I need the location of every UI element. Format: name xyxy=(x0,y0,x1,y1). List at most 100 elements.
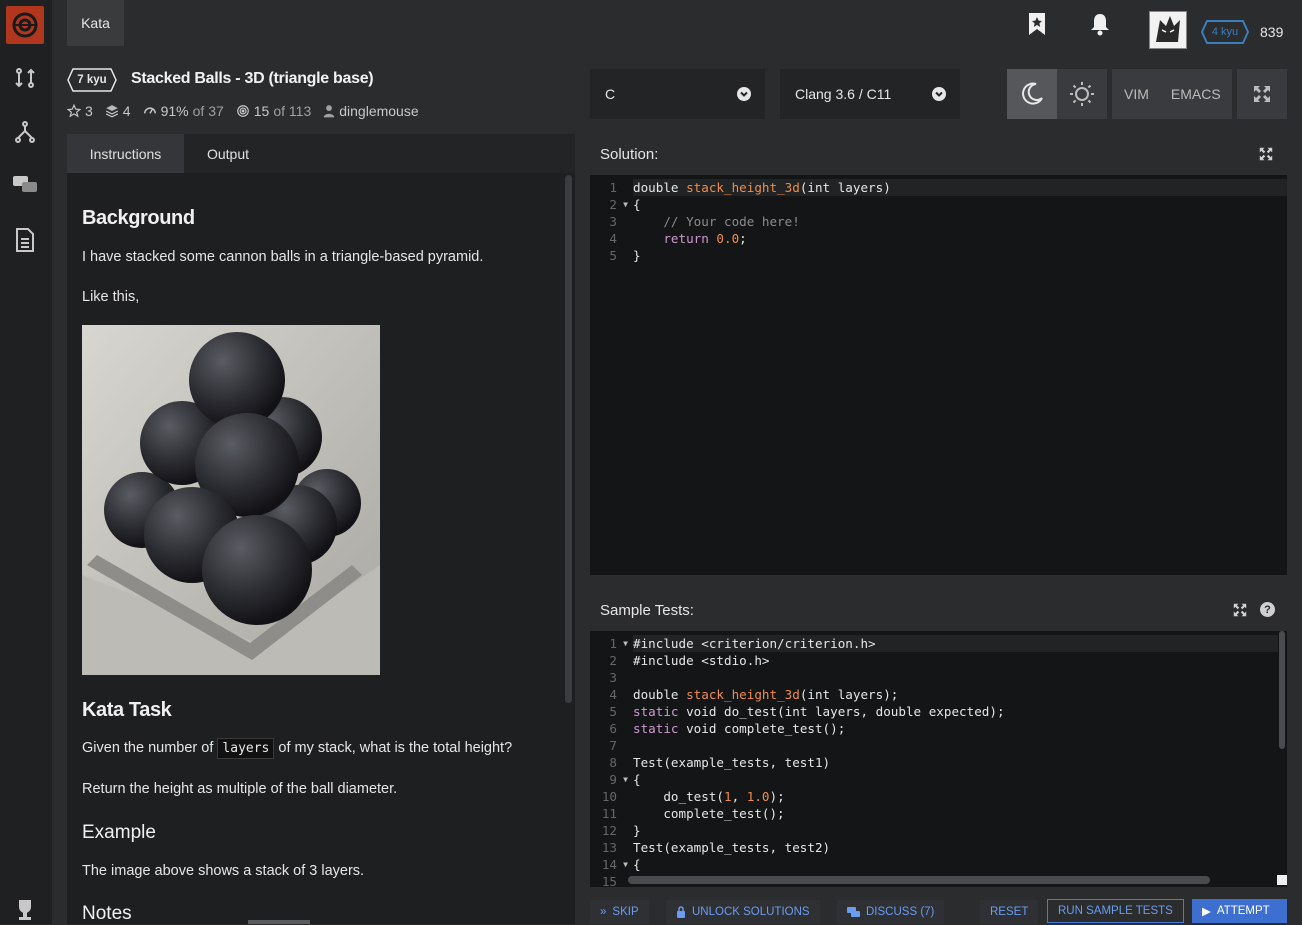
line-number: 7 xyxy=(609,738,617,753)
expand-solution-icon[interactable] xyxy=(1259,147,1273,165)
kata-title: Stacked Balls - 3D (triangle base) xyxy=(131,70,374,87)
code-line: } xyxy=(633,248,641,263)
code-line: #include <stdio.h> xyxy=(633,653,770,668)
discuss-button[interactable]: DISCUSS (7) xyxy=(837,900,945,924)
expand-tests-icon[interactable] xyxy=(1233,603,1247,621)
comments-icon xyxy=(847,906,860,917)
paragraph-intro: I have stacked some cannon balls in a tr… xyxy=(82,249,484,265)
inline-code-layers: layers xyxy=(217,738,275,759)
solution-gutter: 1 2 ▼ 3 4 5 xyxy=(590,179,630,264)
heading-notes: Notes xyxy=(82,903,132,924)
light-theme-button[interactable] xyxy=(1057,69,1107,119)
instructions-scrollbar[interactable] xyxy=(565,175,572,703)
panel-tabs: Instructions Output xyxy=(67,134,575,173)
kumite-icon[interactable] xyxy=(11,118,39,146)
docs-icon[interactable] xyxy=(11,226,39,254)
task-text-pre: Given the number of xyxy=(82,740,214,756)
user-avatar[interactable] xyxy=(1149,11,1187,49)
code-line: // Your code here! xyxy=(633,214,800,229)
line-number: 8 xyxy=(609,755,617,770)
heading-example: Example xyxy=(82,822,156,843)
lock-icon xyxy=(677,906,685,918)
completions-count: 15 xyxy=(253,103,270,119)
chevron-down-icon xyxy=(932,87,946,101)
tab-instructions[interactable]: Instructions xyxy=(67,134,184,173)
honor-count: 839 xyxy=(1260,24,1284,40)
play-icon: ▶ xyxy=(1202,906,1211,918)
completions-total: of 113 xyxy=(273,103,312,119)
language-value: C xyxy=(605,86,616,102)
user-rank-badge[interactable]: 4 kyu xyxy=(1200,20,1250,44)
codewars-logo-icon[interactable] xyxy=(6,6,44,44)
author-name[interactable]: dinglemouse xyxy=(339,103,418,119)
author-stat[interactable]: dinglemouse xyxy=(323,103,419,119)
tab-output[interactable]: Output xyxy=(184,134,272,173)
fold-arrow-icon[interactable]: ▼ xyxy=(623,196,628,213)
language-select[interactable]: C xyxy=(590,69,765,119)
run-sample-tests-button[interactable]: RUN SAMPLE TESTS xyxy=(1047,899,1184,923)
dark-theme-button[interactable] xyxy=(1007,69,1057,119)
attempt-button[interactable]: ▶ ATTEMPT xyxy=(1192,899,1287,923)
reset-button[interactable]: RESET xyxy=(980,900,1039,924)
line-number: 12 xyxy=(601,823,617,838)
fold-arrow-icon[interactable]: ▼ xyxy=(623,635,628,652)
fold-arrow-icon[interactable]: ▼ xyxy=(623,856,628,873)
kata-tab[interactable]: Kata xyxy=(67,0,124,46)
line-number: 3 xyxy=(609,214,617,229)
code-line: static void do_test(int layers, double e… xyxy=(633,704,1005,719)
line-number: 5 xyxy=(609,704,617,719)
stars-stat[interactable]: 3 xyxy=(67,103,93,119)
collections-stat[interactable]: 4 xyxy=(105,103,131,119)
code-line: #include <criterion/criterion.h> xyxy=(633,635,1278,652)
code-line: static void complete_test(); xyxy=(633,721,846,736)
kata-meta: 3 4 91% of 37 15 of 113 dinglemouse xyxy=(67,103,427,119)
line-number: 1 ▼ xyxy=(609,635,628,652)
solution-editor[interactable]: 1 2 ▼ 3 4 5 double stack_height_3d(int la… xyxy=(590,175,1287,575)
page-scrollbar[interactable] xyxy=(248,920,310,924)
satisfaction-rate: 91% xyxy=(160,103,189,119)
fold-arrow-icon[interactable]: ▼ xyxy=(623,771,628,788)
emacs-button[interactable]: EMACS xyxy=(1171,86,1221,102)
line-number: 10 xyxy=(601,789,617,804)
user-rank-label: 4 kyu xyxy=(1211,26,1239,38)
code-line: } xyxy=(633,823,641,838)
tests-hscrollbar[interactable] xyxy=(628,876,1210,884)
moon-icon xyxy=(1022,82,1043,105)
collections-count: 4 xyxy=(122,103,131,119)
notifications-bell-icon[interactable] xyxy=(1088,12,1112,36)
left-sidebar xyxy=(0,0,52,924)
fast-forward-icon: » xyxy=(600,906,607,918)
tests-editor[interactable]: 1 ▼ 2 3 4 5 6 7 8 9 ▼ 10 11 12 13 14 ▼ 15 #… xyxy=(590,631,1287,887)
line-number: 2 ▼ xyxy=(609,196,628,213)
line-number: 2 xyxy=(609,653,617,668)
solution-header: Solution: xyxy=(590,134,1287,174)
code-line: Test(example_tests, test2) xyxy=(633,840,831,855)
solution-title: Solution: xyxy=(600,145,659,163)
practice-icon[interactable] xyxy=(11,64,39,92)
version-select[interactable]: Clang 3.6 / C11 xyxy=(780,69,960,119)
action-bar: » SKIP UNLOCK SOLUTIONS DISCUSS (7) RESET… xyxy=(590,896,1287,924)
vim-button[interactable]: VIM xyxy=(1124,86,1149,102)
help-question-icon[interactable]: ? xyxy=(1260,602,1275,617)
line-number: 4 xyxy=(609,231,617,246)
code-line: return 0.0; xyxy=(633,231,747,246)
scroll-corner xyxy=(1277,875,1287,885)
leaderboard-trophy-icon[interactable] xyxy=(11,896,39,924)
unlock-solutions-button[interactable]: UNLOCK SOLUTIONS xyxy=(666,900,820,924)
line-number: 9 ▼ xyxy=(609,771,628,788)
cannon-balls-image xyxy=(82,325,380,675)
code-line: double stack_height_3d(int layers) xyxy=(633,179,1287,196)
discuss-icon[interactable] xyxy=(11,171,39,199)
stars-count: 3 xyxy=(85,103,93,119)
keybinding-group: VIM EMACS xyxy=(1112,69,1232,119)
top-bar: Kata 4 kyu 839 xyxy=(52,0,1302,49)
fullscreen-button[interactable] xyxy=(1237,69,1287,119)
version-value: Clang 3.6 / C11 xyxy=(795,86,892,102)
skip-button[interactable]: » SKIP xyxy=(590,900,649,924)
paragraph-return: Return the height as multiple of the bal… xyxy=(82,781,398,797)
code-line: { xyxy=(633,197,641,212)
satisfaction-stat: 91% of 37 xyxy=(143,103,224,119)
bookmark-icon[interactable] xyxy=(1025,12,1049,36)
tests-vscrollbar[interactable] xyxy=(1279,631,1285,749)
paragraph-task: Given the number of layers of my stack, … xyxy=(82,738,512,759)
